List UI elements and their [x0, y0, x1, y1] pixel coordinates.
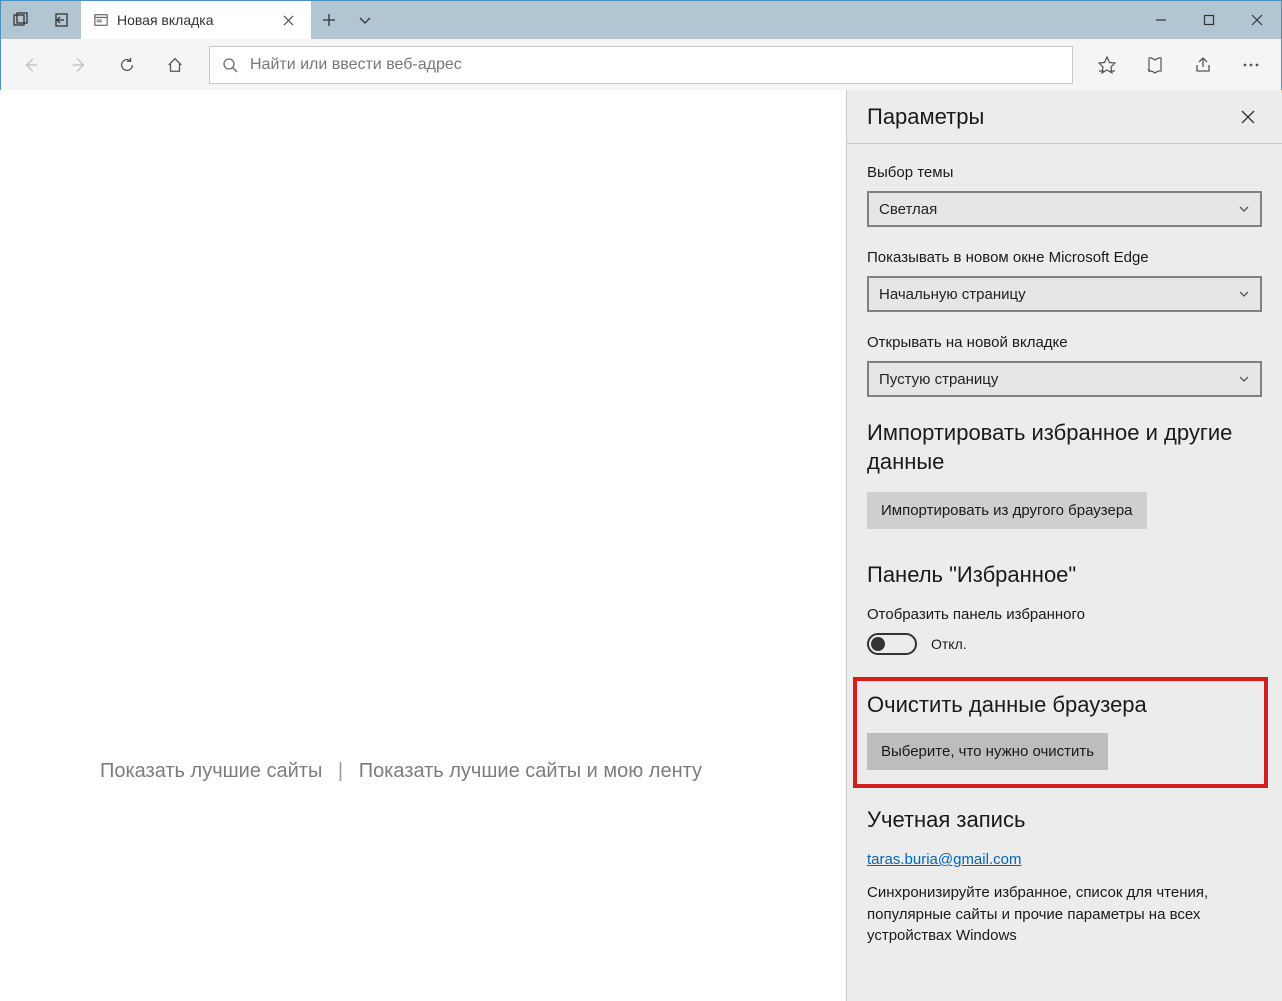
favorites-bar-heading: Панель "Избранное"	[867, 561, 1262, 590]
account-heading: Учетная запись	[867, 806, 1262, 835]
toolbar	[1, 39, 1281, 91]
show-top-sites-link[interactable]: Показать лучшие сайты	[100, 760, 322, 782]
tab-page-icon	[93, 12, 109, 28]
titlebar-drag-area	[383, 1, 1137, 39]
open-with-label: Показывать в новом окне Microsoft Edge	[867, 249, 1262, 266]
chevron-down-icon	[1238, 373, 1250, 385]
favorites-bar-toggle-row: Откл.	[867, 633, 1262, 655]
home-button[interactable]	[151, 39, 199, 91]
favorites-bar-sublabel: Отобразить панель избранного	[867, 606, 1262, 623]
tab-overflow-button[interactable]	[347, 1, 383, 39]
forward-button[interactable]	[55, 39, 103, 91]
separator: |	[338, 760, 343, 782]
search-icon	[222, 57, 238, 73]
new-tab-button[interactable]	[311, 1, 347, 39]
share-button[interactable]	[1179, 39, 1227, 91]
tabs-preview-icon[interactable]	[1, 1, 41, 39]
chevron-down-icon	[1238, 288, 1250, 300]
minimize-button[interactable]	[1137, 1, 1185, 39]
tab-title: Новая вкладка	[117, 12, 267, 28]
address-input[interactable]	[250, 56, 1060, 74]
new-tab-open-label: Открывать на новой вкладке	[867, 334, 1262, 351]
new-tab-open-select[interactable]: Пустую страницу	[867, 361, 1262, 397]
toggle-knob	[871, 637, 885, 651]
show-top-sites-and-feed-link[interactable]: Показать лучшие сайты и мою ленту	[359, 760, 702, 782]
maximize-button[interactable]	[1185, 1, 1233, 39]
settings-panel: Параметры Выбор темы Светлая Показывать …	[846, 90, 1282, 1001]
clear-data-heading: Очистить данные браузера	[867, 691, 1254, 720]
settings-close-button[interactable]	[1230, 99, 1266, 135]
theme-select[interactable]: Светлая	[867, 191, 1262, 227]
content-area: Показать лучшие сайты | Показать лучшие …	[0, 90, 1282, 1001]
reading-list-button[interactable]	[1131, 39, 1179, 91]
back-button[interactable]	[7, 39, 55, 91]
choose-what-to-clear-button[interactable]: Выберите, что нужно очистить	[867, 733, 1108, 770]
chevron-down-icon	[1238, 203, 1250, 215]
open-with-value: Начальную страницу	[879, 286, 1026, 303]
more-button[interactable]	[1227, 39, 1275, 91]
tabs-set-aside-group	[1, 1, 81, 39]
account-email-link[interactable]: taras.buria@gmail.com	[867, 851, 1021, 868]
tab-close-button[interactable]	[275, 7, 301, 33]
browser-tab[interactable]: Новая вкладка	[81, 1, 311, 39]
favorites-hub-button[interactable]	[1083, 39, 1131, 91]
account-sync-description: Синхронизируйте избранное, список для чт…	[867, 882, 1262, 947]
import-from-browser-button[interactable]: Импортировать из другого браузера	[867, 492, 1147, 529]
favorites-bar-toggle-state: Откл.	[931, 636, 967, 652]
address-bar[interactable]	[209, 46, 1073, 84]
theme-value: Светлая	[879, 201, 937, 218]
tab-actions	[311, 1, 383, 39]
favorites-bar-toggle[interactable]	[867, 633, 917, 655]
open-with-select[interactable]: Начальную страницу	[867, 276, 1262, 312]
clear-data-highlight: Очистить данные браузера Выберите, что н…	[853, 677, 1268, 789]
theme-label: Выбор темы	[867, 164, 1262, 181]
new-tab-options: Показать лучшие сайты | Показать лучшие …	[0, 760, 802, 783]
settings-title: Параметры	[867, 104, 1230, 130]
settings-header: Параметры	[847, 90, 1282, 144]
import-heading: Импортировать избранное и другие данные	[867, 419, 1262, 476]
settings-body[interactable]: Выбор темы Светлая Показывать в новом ок…	[847, 144, 1282, 1001]
refresh-button[interactable]	[103, 39, 151, 91]
new-tab-open-value: Пустую страницу	[879, 371, 998, 388]
set-aside-tabs-icon[interactable]	[41, 1, 81, 39]
window-controls	[1137, 1, 1281, 39]
titlebar: Новая вкладка	[1, 1, 1281, 39]
close-window-button[interactable]	[1233, 1, 1281, 39]
